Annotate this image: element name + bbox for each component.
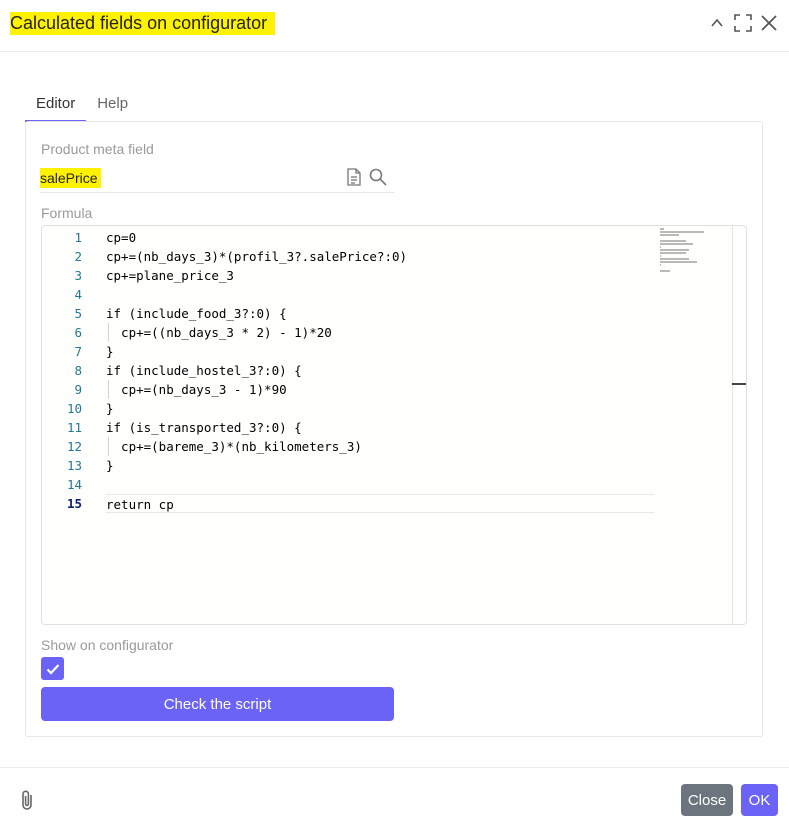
code-line[interactable]: cp+=(nb_days_3)*(profil_3?.salePrice?:0) bbox=[106, 247, 654, 266]
code-line[interactable]: cp+=plane_price_3 bbox=[106, 266, 654, 285]
minimap-line bbox=[660, 252, 687, 254]
code-line[interactable]: cp+=((nb_days_3 * 2) - 1)*20 bbox=[106, 323, 654, 342]
code-line[interactable]: cp+=(bareme_3)*(nb_kilometers_3) bbox=[106, 437, 654, 456]
minimap-line bbox=[660, 258, 689, 260]
ok-button[interactable]: OK bbox=[741, 784, 778, 816]
indent-guide bbox=[108, 323, 109, 342]
indent-guide bbox=[108, 437, 109, 456]
dialog-footer: Close OK bbox=[0, 767, 789, 829]
line-number: 5 bbox=[74, 306, 82, 321]
minimap-line bbox=[660, 261, 698, 263]
minimap-line bbox=[660, 228, 665, 230]
tab-bar: Editor Help bbox=[25, 90, 139, 122]
code-line[interactable]: if (is_transported_3?:0) { bbox=[106, 418, 654, 437]
close-icon[interactable] bbox=[759, 13, 779, 33]
code-line[interactable]: cp+=(nb_days_3 - 1)*90 bbox=[106, 380, 654, 399]
minimap-line bbox=[660, 234, 679, 236]
minimap-line bbox=[660, 255, 662, 257]
line-number: 4 bbox=[74, 287, 82, 302]
code-line[interactable] bbox=[106, 475, 654, 494]
line-number: 14 bbox=[66, 477, 82, 492]
line-number: 3 bbox=[74, 268, 82, 283]
tab-help[interactable]: Help bbox=[86, 90, 139, 122]
code-line[interactable]: return cp bbox=[106, 494, 654, 513]
check-script-button[interactable]: Check the script bbox=[41, 687, 394, 721]
dialog-header: Calculated fields on configurator bbox=[0, 0, 789, 52]
code-line[interactable] bbox=[106, 285, 654, 304]
minimap-line bbox=[660, 246, 662, 248]
line-number: 8 bbox=[74, 363, 82, 378]
minimap-line bbox=[660, 270, 670, 272]
code-area[interactable]: cp=0 cp+=(nb_days_3)*(profil_3?.salePrice… bbox=[106, 228, 654, 513]
editor-scrollbar[interactable] bbox=[732, 226, 733, 624]
line-number: 6 bbox=[74, 325, 82, 340]
minimap-line bbox=[660, 240, 687, 242]
line-number: 11 bbox=[66, 420, 82, 435]
meta-field-input[interactable]: salePrice bbox=[40, 165, 394, 193]
code-minimap[interactable] bbox=[660, 228, 710, 273]
line-number: 10 bbox=[66, 401, 82, 416]
minimap-line bbox=[660, 231, 704, 233]
search-icon[interactable] bbox=[368, 167, 388, 187]
show-on-configurator-label: Show on configurator bbox=[41, 637, 174, 653]
line-number: 15 bbox=[66, 496, 82, 511]
show-on-configurator-checkbox[interactable] bbox=[41, 657, 64, 680]
code-line[interactable]: } bbox=[106, 456, 654, 475]
minimap-line bbox=[660, 249, 689, 251]
indent-guide bbox=[108, 380, 109, 399]
line-number-gutter: 1 2 3 4 5 6 7 8 9 10 11 12 13 14 15 bbox=[42, 228, 82, 513]
line-number: 13 bbox=[66, 458, 82, 473]
formula-editor[interactable]: 1 2 3 4 5 6 7 8 9 10 11 12 13 14 15 cp=0 cp+=(nb_days_3… bbox=[41, 225, 747, 625]
code-line[interactable]: if (include_food_3?:0) { bbox=[106, 304, 654, 323]
line-number: 1 bbox=[74, 230, 82, 245]
minimap-line bbox=[660, 243, 693, 245]
minimap-line bbox=[660, 264, 662, 266]
code-line[interactable]: } bbox=[106, 342, 654, 361]
code-line[interactable]: if (include_hostel_3?:0) { bbox=[106, 361, 654, 380]
meta-field-actions bbox=[344, 167, 388, 187]
meta-field-value: salePrice bbox=[40, 168, 101, 188]
line-number: 9 bbox=[74, 382, 82, 397]
maximize-icon[interactable] bbox=[733, 13, 753, 33]
tab-editor[interactable]: Editor bbox=[25, 90, 87, 122]
dialog-title: Calculated fields on configurator bbox=[10, 12, 276, 35]
scrollbar-cursor-marker bbox=[732, 383, 746, 385]
document-icon[interactable] bbox=[344, 167, 364, 187]
line-number: 12 bbox=[66, 439, 82, 454]
chevron-up-icon[interactable] bbox=[707, 13, 727, 33]
close-button[interactable]: Close bbox=[681, 784, 733, 816]
line-number: 2 bbox=[74, 249, 82, 264]
line-number: 7 bbox=[74, 344, 82, 359]
formula-label: Formula bbox=[41, 205, 93, 221]
paperclip-icon[interactable] bbox=[18, 789, 38, 811]
code-line[interactable]: } bbox=[106, 399, 654, 418]
code-line[interactable]: cp=0 bbox=[106, 228, 654, 247]
window-controls bbox=[707, 13, 779, 33]
checkmark-icon bbox=[46, 663, 59, 675]
meta-field-label: Product meta field bbox=[41, 141, 154, 157]
